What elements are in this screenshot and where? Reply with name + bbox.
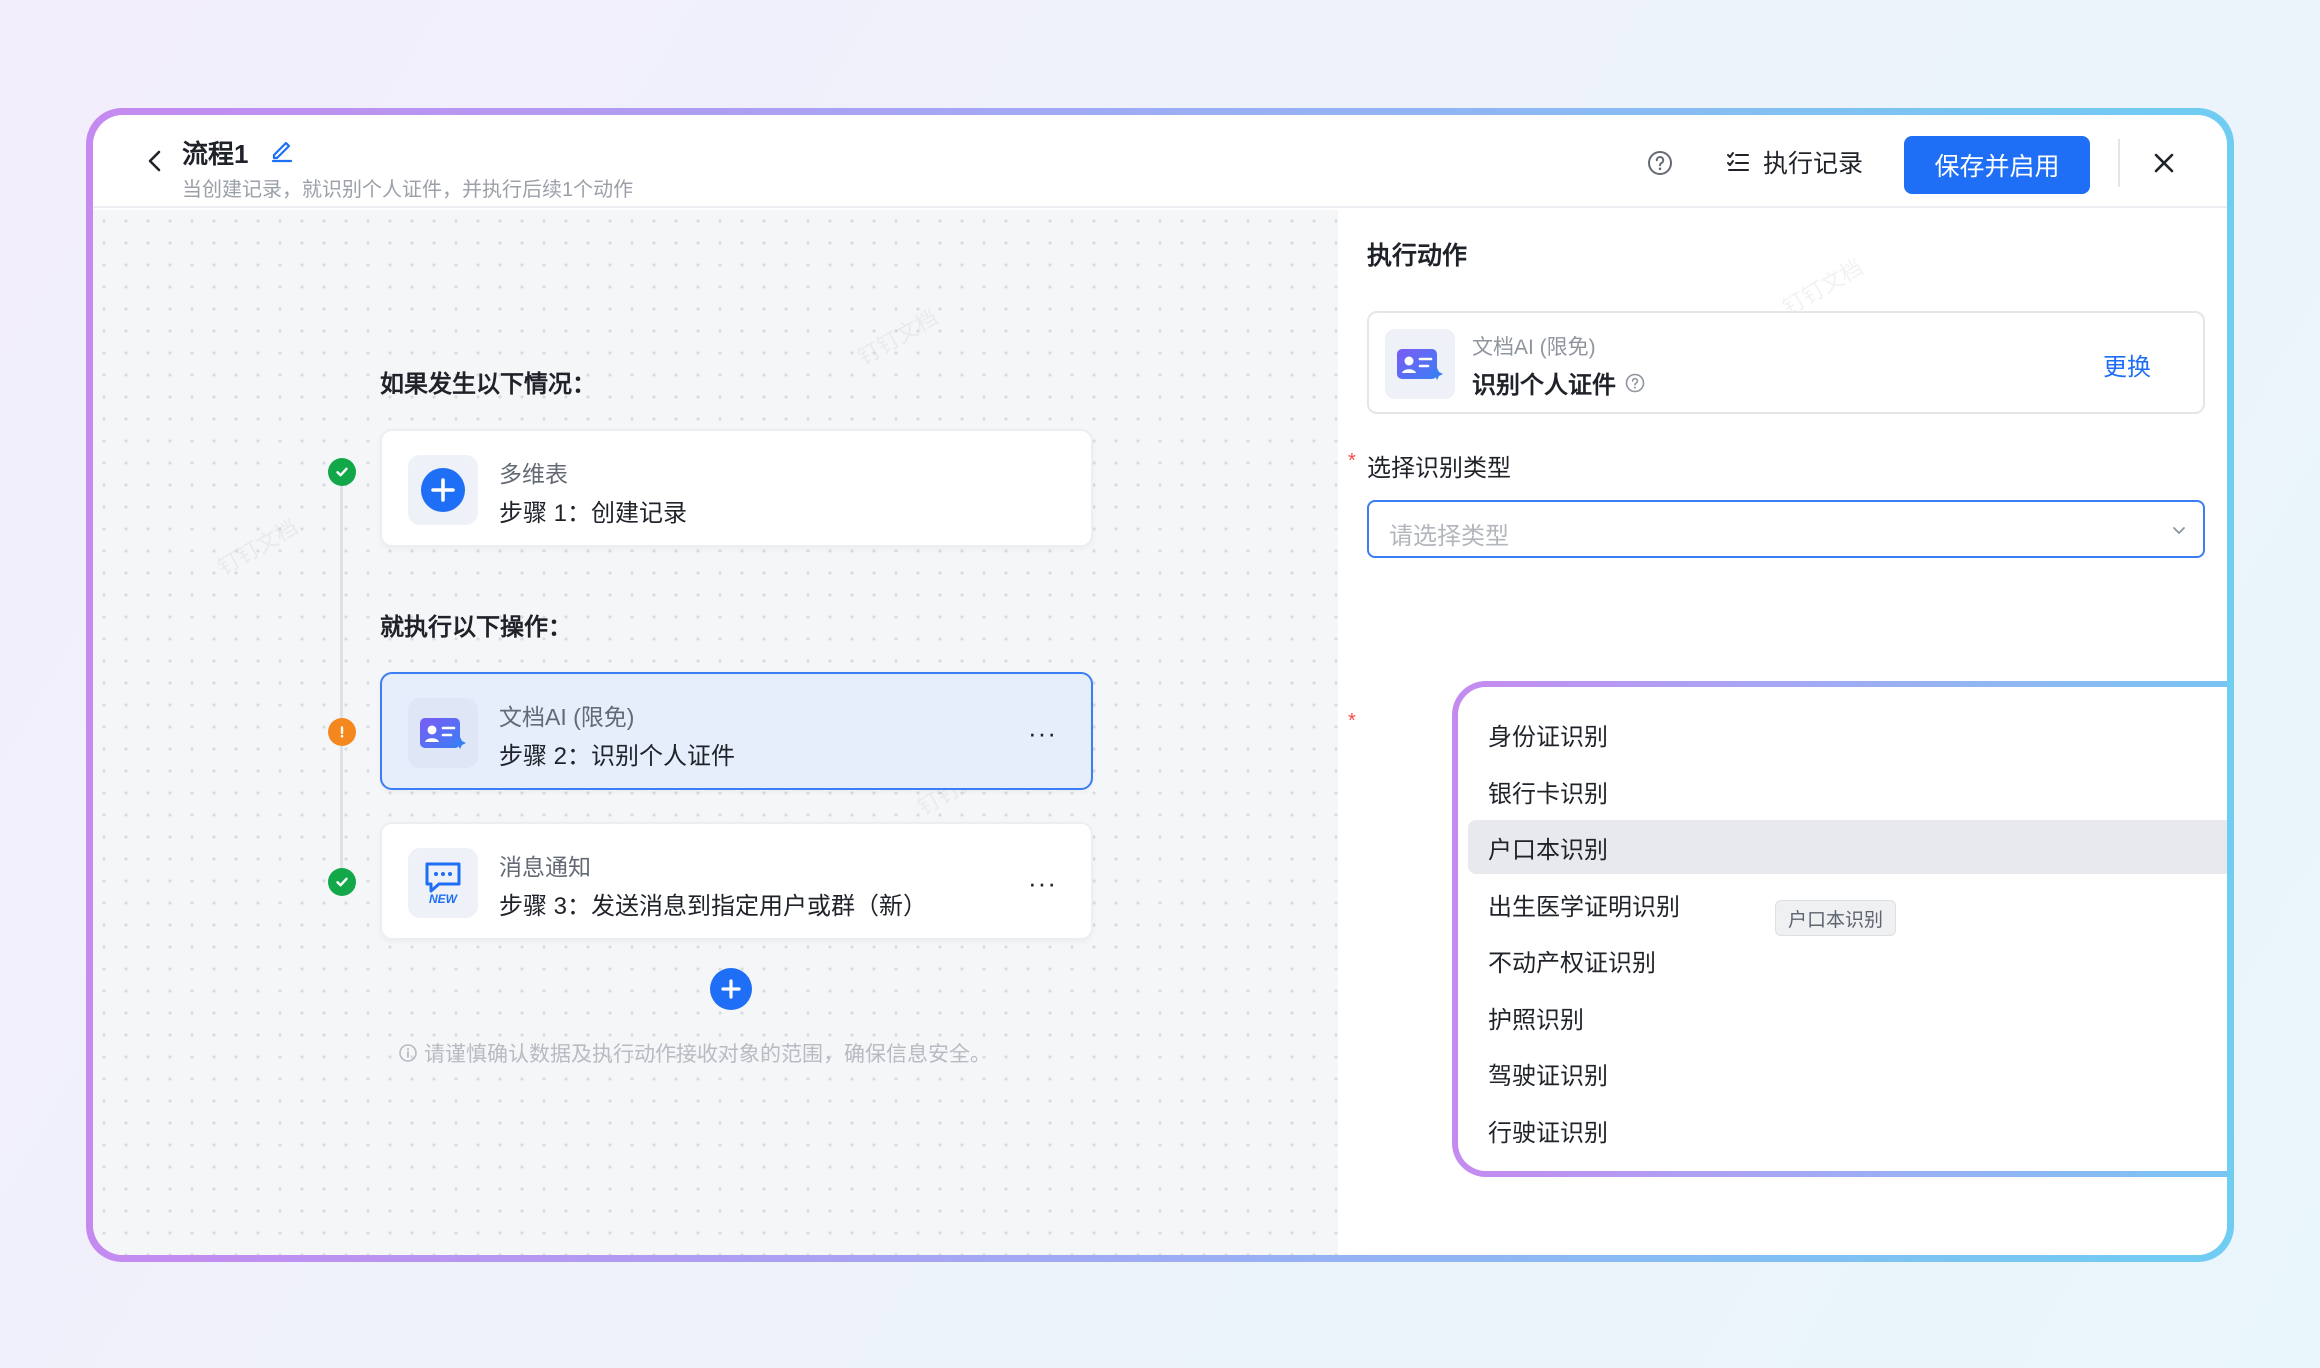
checklist-icon — [1727, 152, 1749, 171]
option-driver-license[interactable]: 驾驶证识别 — [1468, 1046, 2227, 1100]
top-bar: 流程1 当创建记录，就识别个人证件，并执行后续1个动作 执行记录 保存并启用 — [93, 115, 2227, 208]
option-household-register[interactable]: 户口本识别 — [1468, 820, 2227, 874]
info-icon — [399, 1044, 417, 1062]
flow-subtitle: 当创建记录，就识别个人证件，并执行后续1个动作 — [182, 179, 634, 201]
success-check-icon — [328, 458, 356, 486]
required-mark: * — [1348, 710, 1356, 732]
success-check-icon — [328, 868, 356, 896]
action-name-row: 识别个人证件 — [1472, 365, 1646, 400]
edit-pencil-icon[interactable] — [268, 135, 296, 163]
help-icon[interactable] — [1645, 148, 1675, 178]
step-label: 步骤 1：创建记录 — [499, 500, 688, 527]
step-category: 文档AI (限免) — [499, 704, 635, 730]
toolbar-divider — [2118, 139, 2120, 187]
selected-action: 文档AI (限免) 识别个人证件 更换 — [1367, 311, 2205, 414]
step-label: 步骤 2：识别个人证件 — [499, 743, 736, 770]
select-placeholder: 请选择类型 — [1389, 523, 1509, 550]
id-card-ai-icon — [408, 698, 478, 768]
exec-log-button[interactable]: 执行记录 — [1725, 145, 1863, 179]
security-hint-text: 请谨慎确认数据及执行动作接收对象的范围，确保信息安全。 — [424, 1043, 991, 1066]
step-label: 步骤 3：发送消息到指定用户或群（新） — [499, 893, 928, 920]
exec-log-label: 执行记录 — [1763, 150, 1864, 178]
panel-title: 执行动作 — [1367, 242, 1468, 270]
step-card-message[interactable]: NEW 消息通知 步骤 3：发送消息到指定用户或群（新） ··· — [380, 822, 1093, 940]
watermark: 钉钉文档 — [853, 304, 943, 371]
option-bank-card[interactable]: 银行卡识别 — [1468, 764, 2227, 818]
warning-icon — [328, 718, 356, 746]
option-passport[interactable]: 护照识别 — [1468, 990, 2227, 1044]
app-frame: 流程1 当创建记录，就识别个人证件，并执行后续1个动作 执行记录 保存并启用 钉… — [86, 108, 2234, 1262]
timeline-connector — [340, 472, 343, 887]
option-property-certificate[interactable]: 不动产权证识别 — [1468, 933, 2227, 987]
more-icon[interactable]: ··· — [1028, 868, 1057, 899]
back-arrow-icon[interactable] — [141, 147, 169, 175]
id-card-ai-icon — [1385, 329, 1455, 399]
action-name: 识别个人证件 — [1472, 372, 1616, 399]
change-action-link[interactable]: 更换 — [2103, 347, 2151, 382]
watermark: 钉钉文档 — [213, 514, 303, 581]
action-heading: 就执行以下操作： — [380, 614, 572, 641]
action-category: 文档AI (限免) — [1472, 336, 1596, 359]
trigger-heading: 如果发生以下情况： — [380, 371, 596, 398]
new-badge: NEW — [429, 892, 457, 906]
security-hint: 请谨慎确认数据及执行动作接收对象的范围，确保信息安全。 — [398, 1038, 991, 1068]
flow-title: 流程1 — [182, 139, 249, 169]
save-enable-button[interactable]: 保存并启用 — [1904, 136, 2090, 194]
chevron-down-icon — [2173, 527, 2185, 534]
step-category: 消息通知 — [499, 854, 591, 880]
more-icon[interactable]: ··· — [1028, 718, 1057, 749]
step-card-trigger[interactable]: 多维表 步骤 1：创建记录 — [380, 429, 1093, 547]
flow-canvas: 钉钉文档 钉钉文档 钉钉文档 如果发生以下情况： 就执行以下操作： 多维表 — [93, 210, 1338, 1255]
app-window: 流程1 当创建记录，就识别个人证件，并执行后续1个动作 执行记录 保存并启用 钉… — [93, 115, 2227, 1255]
option-vehicle-license[interactable]: 行驶证识别 — [1468, 1103, 2227, 1157]
option-id-card[interactable]: 身份证识别 — [1468, 707, 2227, 761]
step-category: 多维表 — [499, 461, 568, 487]
field-label: 选择识别类型 — [1367, 455, 1511, 482]
table-add-icon — [408, 455, 478, 525]
add-step-button[interactable] — [710, 968, 752, 1010]
recognition-type-select[interactable]: 请选择类型 — [1367, 500, 2205, 558]
close-icon[interactable] — [2149, 148, 2179, 178]
option-tooltip: 户口本识别 — [1775, 900, 1897, 936]
step-card-doc-ai[interactable]: 文档AI (限免) 步骤 2：识别个人证件 ··· — [380, 672, 1093, 790]
help-icon[interactable] — [1624, 372, 1646, 394]
required-mark: * — [1348, 450, 1356, 472]
message-notify-icon: NEW — [408, 848, 478, 918]
